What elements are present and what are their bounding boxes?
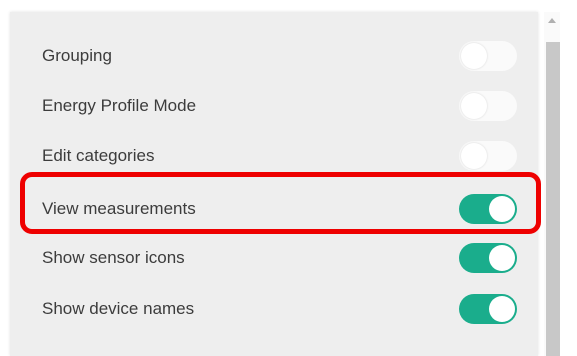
toggle-show-sensor-icons[interactable] — [459, 243, 517, 273]
setting-label-show-device-names: Show device names — [42, 299, 195, 318]
vertical-scrollbar[interactable] — [544, 12, 560, 356]
setting-label-energy-profile-mode: Energy Profile Mode — [42, 96, 197, 115]
setting-row-edit-categories: Edit categories — [10, 136, 538, 176]
setting-row-show-device-names: Show device names — [10, 289, 538, 329]
setting-row-show-sensor-icons: Show sensor icons — [10, 238, 538, 278]
toggle-edit-categories[interactable] — [459, 141, 517, 171]
setting-label-grouping: Grouping — [42, 46, 112, 65]
setting-label-edit-categories: Edit categories — [42, 146, 155, 165]
toggle-knob — [489, 245, 515, 271]
toggle-knob — [461, 143, 487, 169]
toggle-energy-profile-mode[interactable] — [459, 91, 517, 121]
setting-row-energy-profile-mode: Energy Profile Mode — [10, 86, 538, 126]
highlight-annotation-box — [20, 172, 541, 234]
toggle-knob — [489, 296, 515, 322]
setting-row-grouping: Grouping — [10, 36, 538, 76]
scroll-up-button[interactable] — [544, 12, 560, 28]
toggle-knob — [461, 93, 487, 119]
setting-label-show-sensor-icons: Show sensor icons — [42, 248, 185, 267]
toggle-knob — [461, 43, 487, 69]
toggle-grouping[interactable] — [459, 41, 517, 71]
scrollbar-thumb[interactable] — [546, 42, 560, 356]
toggle-show-device-names[interactable] — [459, 294, 517, 324]
triangle-up-icon — [544, 12, 560, 28]
